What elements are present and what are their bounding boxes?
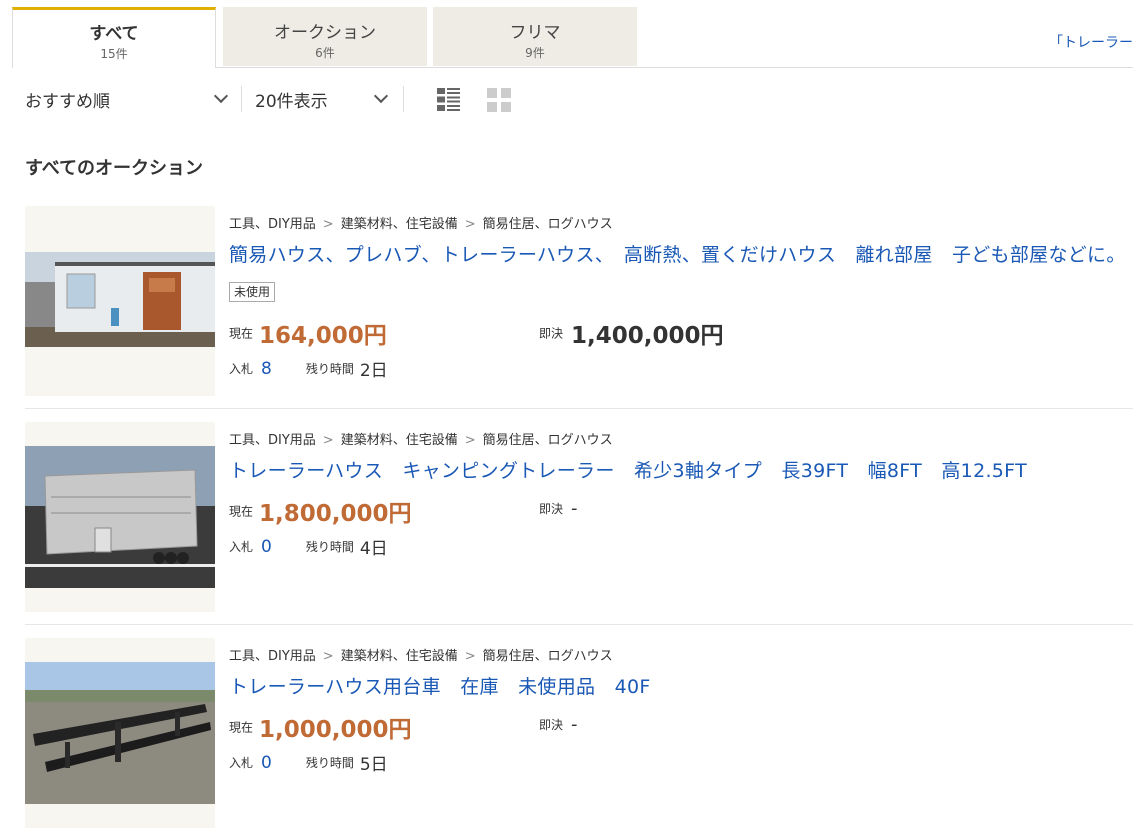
- breadcrumb-item[interactable]: 簡易住居、ログハウス: [483, 433, 613, 448]
- current-price-label: 現在: [229, 326, 254, 341]
- buy-it-now-price: -: [571, 714, 578, 735]
- breadcrumb-item[interactable]: 簡易住居、ログハウス: [483, 217, 613, 232]
- bid-meta: 入札 8 残り時間 2日: [229, 356, 388, 382]
- bid-count-link[interactable]: 0: [261, 753, 272, 773]
- breadcrumb-item[interactable]: 工具、DIY用品: [229, 649, 316, 664]
- tab-flea-market[interactable]: フリマ 9件: [433, 7, 637, 66]
- divider: [241, 86, 242, 112]
- remaining-label: 残り時間: [305, 756, 354, 770]
- tab-count: 9件: [525, 46, 545, 60]
- buy-it-now-price: -: [571, 498, 578, 519]
- buy-it-now: 即決 -: [539, 498, 578, 519]
- price-row: 現在 1,000,000円: [229, 710, 412, 744]
- current-price: 1,800,000円: [259, 501, 412, 527]
- remaining-label: 残り時間: [305, 540, 354, 554]
- current-price: 164,000円: [259, 323, 387, 349]
- breadcrumb-item[interactable]: 建築材料、住宅設備: [341, 649, 458, 664]
- list-view-icon[interactable]: [437, 88, 460, 111]
- breadcrumb-item[interactable]: 建築材料、住宅設備: [341, 433, 458, 448]
- divider: [25, 624, 1133, 625]
- trailer-chassis-image: [25, 662, 215, 804]
- tab-label: オークション: [274, 23, 376, 43]
- bids-label: 入札: [229, 540, 254, 554]
- price-row: 現在 1,800,000円: [229, 494, 412, 528]
- camping-trailer-image: [25, 446, 215, 588]
- current-price-label: 現在: [229, 504, 254, 519]
- buy-it-now: 即決 1,400,000円: [539, 316, 724, 350]
- remaining-time: 2日: [359, 361, 388, 381]
- current-price: 1,000,000円: [259, 717, 412, 743]
- condition-badge: 未使用: [229, 282, 276, 302]
- breadcrumb-separator: >: [464, 217, 476, 232]
- item-title-link[interactable]: トレーラーハウス キャンピングトレーラー 希少3軸タイプ 長39FT 幅8FT …: [229, 456, 1027, 483]
- bids-label: 入札: [229, 362, 254, 376]
- bid-count-link[interactable]: 8: [261, 359, 272, 379]
- breadcrumb-item[interactable]: 工具、DIY用品: [229, 433, 316, 448]
- current-price-label: 現在: [229, 720, 254, 735]
- sort-select-value: おすすめ順: [25, 92, 110, 112]
- tab-count: 6件: [315, 46, 335, 60]
- tab-count: 15件: [100, 47, 128, 61]
- bid-meta: 入札 0 残り時間 4日: [229, 534, 388, 560]
- breadcrumb-separator: >: [464, 433, 476, 448]
- buy-it-now-price: 1,400,000円: [571, 323, 724, 349]
- tab-bar: すべて 15件 オークション 6件 フリマ 9件 「トレーラー: [12, 7, 1133, 68]
- breadcrumb-separator: >: [322, 649, 334, 664]
- item-title-link[interactable]: トレーラーハウス用台車 在庫 未使用品 40F: [229, 672, 651, 699]
- search-keyword-link[interactable]: 「トレーラー: [1049, 32, 1133, 52]
- tab-label: すべて: [89, 24, 139, 44]
- remaining-time: 5日: [359, 755, 388, 775]
- item-thumbnail[interactable]: [25, 206, 215, 396]
- item-thumbnail[interactable]: [25, 638, 215, 828]
- per-page-select-value: 20件表示: [255, 92, 328, 112]
- breadcrumb: 工具、DIY用品 > 建築材料、住宅設備 > 簡易住居、ログハウス: [229, 213, 613, 232]
- breadcrumb-item[interactable]: 簡易住居、ログハウス: [483, 649, 613, 664]
- item-thumbnail[interactable]: [25, 422, 215, 612]
- remaining-label: 残り時間: [305, 362, 354, 376]
- item-title-link[interactable]: 簡易ハウス、プレハブ、トレーラーハウス、 高断熱、置くだけハウス 離れ部屋 子ど…: [229, 240, 1126, 267]
- bid-meta: 入札 0 残り時間 5日: [229, 750, 388, 776]
- list-item: 工具、DIY用品 > 建築材料、住宅設備 > 簡易住居、ログハウス トレーラーハウス キ…: [25, 422, 1133, 622]
- buy-it-now-label: 即決: [539, 718, 564, 732]
- list-item: 工具、DIY用品 > 建築材料、住宅設備 > 簡易住居、ログハウス トレーラーハウス用台…: [25, 638, 1133, 838]
- chevron-down-icon: [373, 88, 389, 104]
- prefab-house-image: [25, 252, 215, 347]
- breadcrumb-separator: >: [464, 649, 476, 664]
- buy-it-now: 即決 -: [539, 714, 578, 735]
- chevron-down-icon: [213, 88, 229, 104]
- price-row: 現在 164,000円: [229, 316, 387, 350]
- breadcrumb-item[interactable]: 建築材料、住宅設備: [341, 217, 458, 232]
- divider: [403, 86, 404, 112]
- breadcrumb: 工具、DIY用品 > 建築材料、住宅設備 > 簡易住居、ログハウス: [229, 645, 613, 664]
- remaining-time: 4日: [359, 539, 388, 559]
- bid-count-link[interactable]: 0: [261, 537, 272, 557]
- section-title: すべてのオークション: [25, 158, 204, 179]
- breadcrumb-separator: >: [322, 433, 334, 448]
- toolbar: おすすめ順 20件表示: [25, 84, 545, 114]
- breadcrumb: 工具、DIY用品 > 建築材料、住宅設備 > 簡易住居、ログハウス: [229, 429, 613, 448]
- divider: [25, 408, 1133, 409]
- bids-label: 入札: [229, 756, 254, 770]
- grid-view-icon[interactable]: [487, 88, 511, 112]
- buy-it-now-label: 即決: [539, 502, 564, 516]
- tab-all[interactable]: すべて 15件: [12, 7, 216, 68]
- breadcrumb-separator: >: [322, 217, 334, 232]
- tab-auction[interactable]: オークション 6件: [223, 7, 427, 66]
- tab-label: フリマ: [509, 23, 561, 43]
- buy-it-now-label: 即決: [539, 326, 564, 341]
- list-item: 工具、DIY用品 > 建築材料、住宅設備 > 簡易住居、ログハウス 簡易ハウス、プレハブ…: [25, 206, 1133, 406]
- breadcrumb-item[interactable]: 工具、DIY用品: [229, 217, 316, 232]
